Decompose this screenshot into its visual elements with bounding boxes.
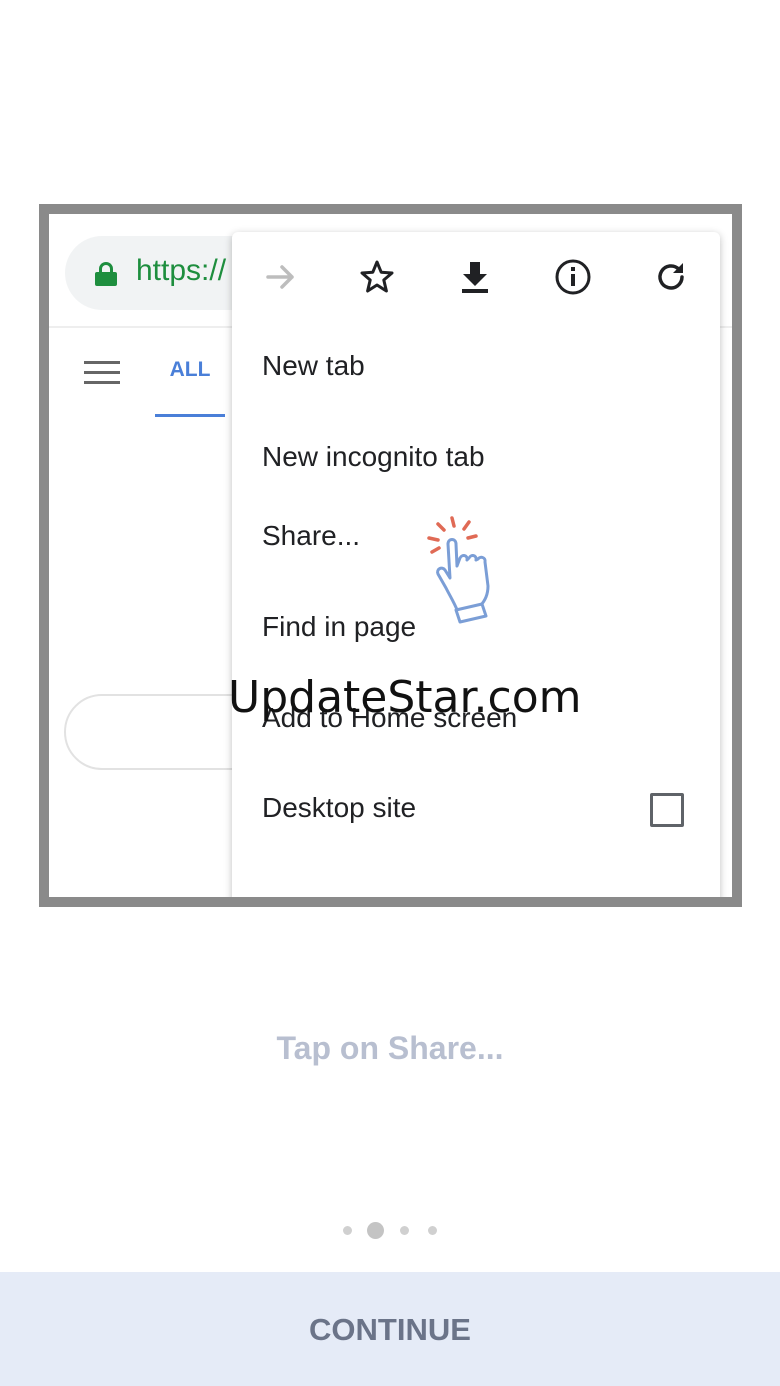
menu-item-find-in-page[interactable]: Find in page (262, 611, 416, 643)
watermark-text: UpdateStar.com (228, 672, 582, 723)
hamburger-menu-icon[interactable] (84, 361, 120, 385)
menu-item-new-incognito-tab[interactable]: New incognito tab (262, 441, 485, 473)
page-dot (400, 1226, 409, 1235)
page-dot (343, 1226, 352, 1235)
menu-item-settings[interactable]: Setti (262, 895, 318, 897)
desktop-site-checkbox[interactable] (650, 793, 684, 827)
continue-button[interactable]: CONTINUE (0, 1272, 780, 1386)
menu-item-new-tab[interactable]: New tab (262, 350, 365, 382)
star-icon[interactable] (358, 258, 396, 296)
tab-active-indicator (155, 414, 225, 417)
menu-item-share[interactable]: Share... (262, 520, 360, 552)
forward-arrow-icon[interactable] (262, 258, 300, 296)
page-dot-active (367, 1222, 384, 1239)
tap-hand-icon (427, 516, 490, 624)
url-text: https:// (136, 254, 227, 287)
download-icon[interactable] (456, 258, 494, 296)
page-dot (428, 1226, 437, 1235)
continue-label: CONTINUE (309, 1312, 471, 1347)
page-indicator (339, 1220, 443, 1240)
tutorial-screenshot-frame: https:// ALL New tab New incognito tab S… (39, 204, 742, 907)
menu-item-desktop-site[interactable]: Desktop site (262, 792, 416, 824)
instruction-caption: Tap on Share... (276, 1030, 504, 1066)
lock-icon (95, 262, 117, 286)
info-icon[interactable] (554, 258, 592, 296)
refresh-icon[interactable] (652, 258, 690, 296)
menu-icon-row (232, 232, 720, 322)
tab-all[interactable]: ALL (155, 358, 225, 382)
